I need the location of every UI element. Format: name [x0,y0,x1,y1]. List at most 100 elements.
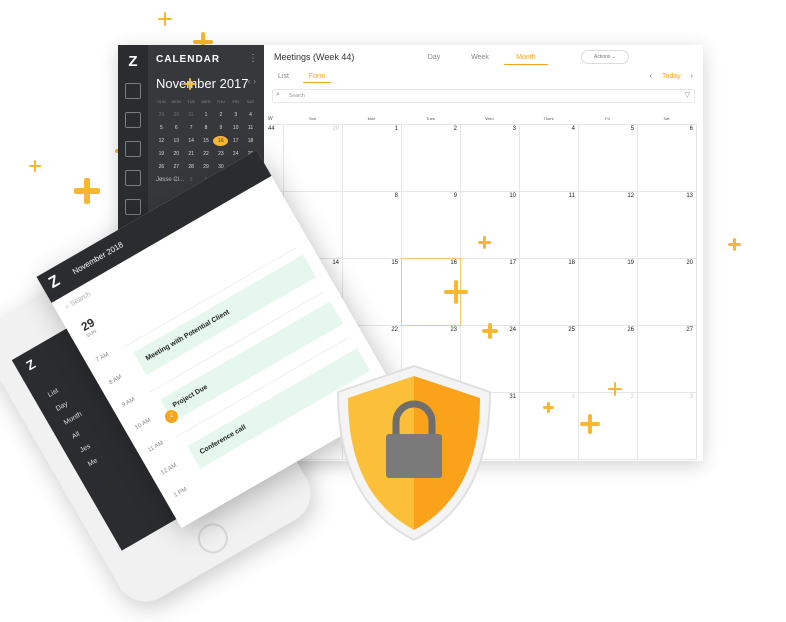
tablet-search-input[interactable]: ⌕ Search [64,291,92,312]
search-placeholder: Search [289,93,305,99]
mini-calendar-day[interactable]: 21 [184,149,199,159]
tab-list[interactable]: List [278,73,289,80]
next-icon[interactable]: › [691,73,693,80]
time-label: 10 AM [134,417,152,432]
mini-calendar-day[interactable]: 29 [154,110,169,120]
mini-calendar-day[interactable]: 12 [154,136,169,146]
day-cell[interactable]: 2 [578,394,634,400]
day-cell[interactable]: 15 [342,260,398,266]
day-cell[interactable]: 26 [578,327,634,333]
tab-month[interactable]: Month [503,54,548,65]
day-cell[interactable]: 29 [283,126,339,132]
mini-calendar-day[interactable]: 26 [154,162,169,172]
mini-calendar-day[interactable]: 9 [213,123,228,133]
mini-calendar-day[interactable]: 4 [243,110,258,120]
mini-calendar-day[interactable]: 2 [213,110,228,120]
mini-calendar-day[interactable]: 1 [199,110,214,120]
week-number: 44 [268,126,275,132]
sparkle-icon [728,238,741,251]
day-cell[interactable]: 1 [342,126,398,132]
day-cell[interactable]: 10 [460,193,516,199]
nav-building-icon[interactable] [125,170,141,186]
mini-calendar-day[interactable]: 3 [228,110,243,120]
time-label: 7 AM [95,351,111,364]
day-header: Mon [367,116,376,121]
day-cell[interactable]: 4 [519,126,575,132]
user-name[interactable]: Jesse Cl... [156,177,184,183]
nav-contacts-icon[interactable] [125,83,141,99]
day-cell[interactable]: 17 [460,260,516,266]
mini-calendar-day[interactable]: 20 [169,149,184,159]
mini-calendar-day[interactable]: 11 [243,123,258,133]
day-cell[interactable]: 25 [519,327,575,333]
mini-calendar-day[interactable]: 29 [199,162,214,172]
tablet-month: November 2018 [70,240,125,277]
grid-line [268,258,696,259]
mini-calendar-arrows[interactable]: ‹ › [248,76,257,86]
day-header: Fri [605,116,610,121]
grid-line [519,124,520,460]
day-cell[interactable]: 1 [519,394,575,400]
nav-hourglass-icon[interactable] [125,112,141,128]
mini-calendar-day[interactable]: 18 [243,136,258,146]
day-cell[interactable]: 3 [460,126,516,132]
sparkle-icon [184,78,196,90]
nav-cube-icon[interactable] [125,199,141,215]
mini-calendar-day[interactable]: 14 [184,136,199,146]
day-header: Thurs [543,116,554,121]
time-label: 12 AM [160,462,178,477]
filter-icon[interactable]: ▽ [685,91,690,99]
day-header: Tues [426,116,435,121]
mini-calendar-day[interactable]: 7 [184,123,199,133]
mini-calendar-day[interactable]: 23 [213,149,228,159]
month-year: 2017 [219,76,249,91]
mini-calendar-day[interactable]: 27 [169,162,184,172]
time-label: 1 PM [173,486,189,499]
day-cell[interactable]: 5 [578,126,634,132]
event-meeting[interactable]: Meeting with Potential Client [133,254,317,376]
mini-calendar-day[interactable]: 6 [169,123,184,133]
mini-calendar-day[interactable]: 31 [184,110,199,120]
mini-calendar-day[interactable]: 10 [228,123,243,133]
day-cell[interactable]: 19 [578,260,634,266]
day-header: Sun [308,116,317,121]
mini-calendar-day[interactable]: 17 [228,136,243,146]
mini-calendar-day[interactable]: 28 [184,162,199,172]
weekday-header: MON [171,99,181,104]
mini-calendar-day[interactable]: 30 [169,110,184,120]
mini-calendar-day[interactable]: 8 [199,123,214,133]
day-cell[interactable]: 6 [637,126,693,132]
day-cell[interactable]: 27 [637,327,693,333]
mini-calendar-day[interactable]: 15 [199,136,214,146]
mini-calendar-day[interactable]: 16 [213,136,229,146]
grid-line [637,124,638,460]
sparkle-icon [158,12,172,26]
sparkle-icon [478,236,491,249]
mini-calendar-day[interactable]: 22 [199,149,214,159]
day-cell[interactable]: 13 [637,193,693,199]
day-cell[interactable]: 9 [401,193,457,199]
tab-day[interactable]: Day [412,54,456,61]
search-input[interactable]: ⌕ Search ▽ [272,89,695,103]
security-shield-icon [336,364,492,542]
day-cell[interactable]: 3 [637,394,693,400]
day-cell[interactable]: 18 [519,260,575,266]
actions-button[interactable]: Actions ⌄ [581,50,629,64]
today-button[interactable]: Today [662,73,681,80]
day-cell[interactable]: 8 [342,193,398,199]
event-project-due[interactable]: Project Due [160,301,344,422]
home-button[interactable] [192,517,234,559]
tab-form[interactable]: Form [302,73,332,83]
day-cell[interactable]: 20 [637,260,693,266]
nav-k-icon[interactable] [125,141,141,157]
day-cell[interactable]: 11 [519,193,575,199]
mini-calendar-day[interactable]: 5 [154,123,169,133]
day-cell[interactable]: 12 [578,193,634,199]
day-cell[interactable]: 2 [401,126,457,132]
prev-icon[interactable]: ‹ [650,73,652,80]
mini-calendar-day[interactable]: 13 [169,136,184,146]
day-cell[interactable]: 23 [401,327,457,333]
mini-calendar-day[interactable]: 19 [154,149,169,159]
more-icon[interactable]: ⋮ [248,53,258,64]
tab-week[interactable]: Week [458,54,502,61]
